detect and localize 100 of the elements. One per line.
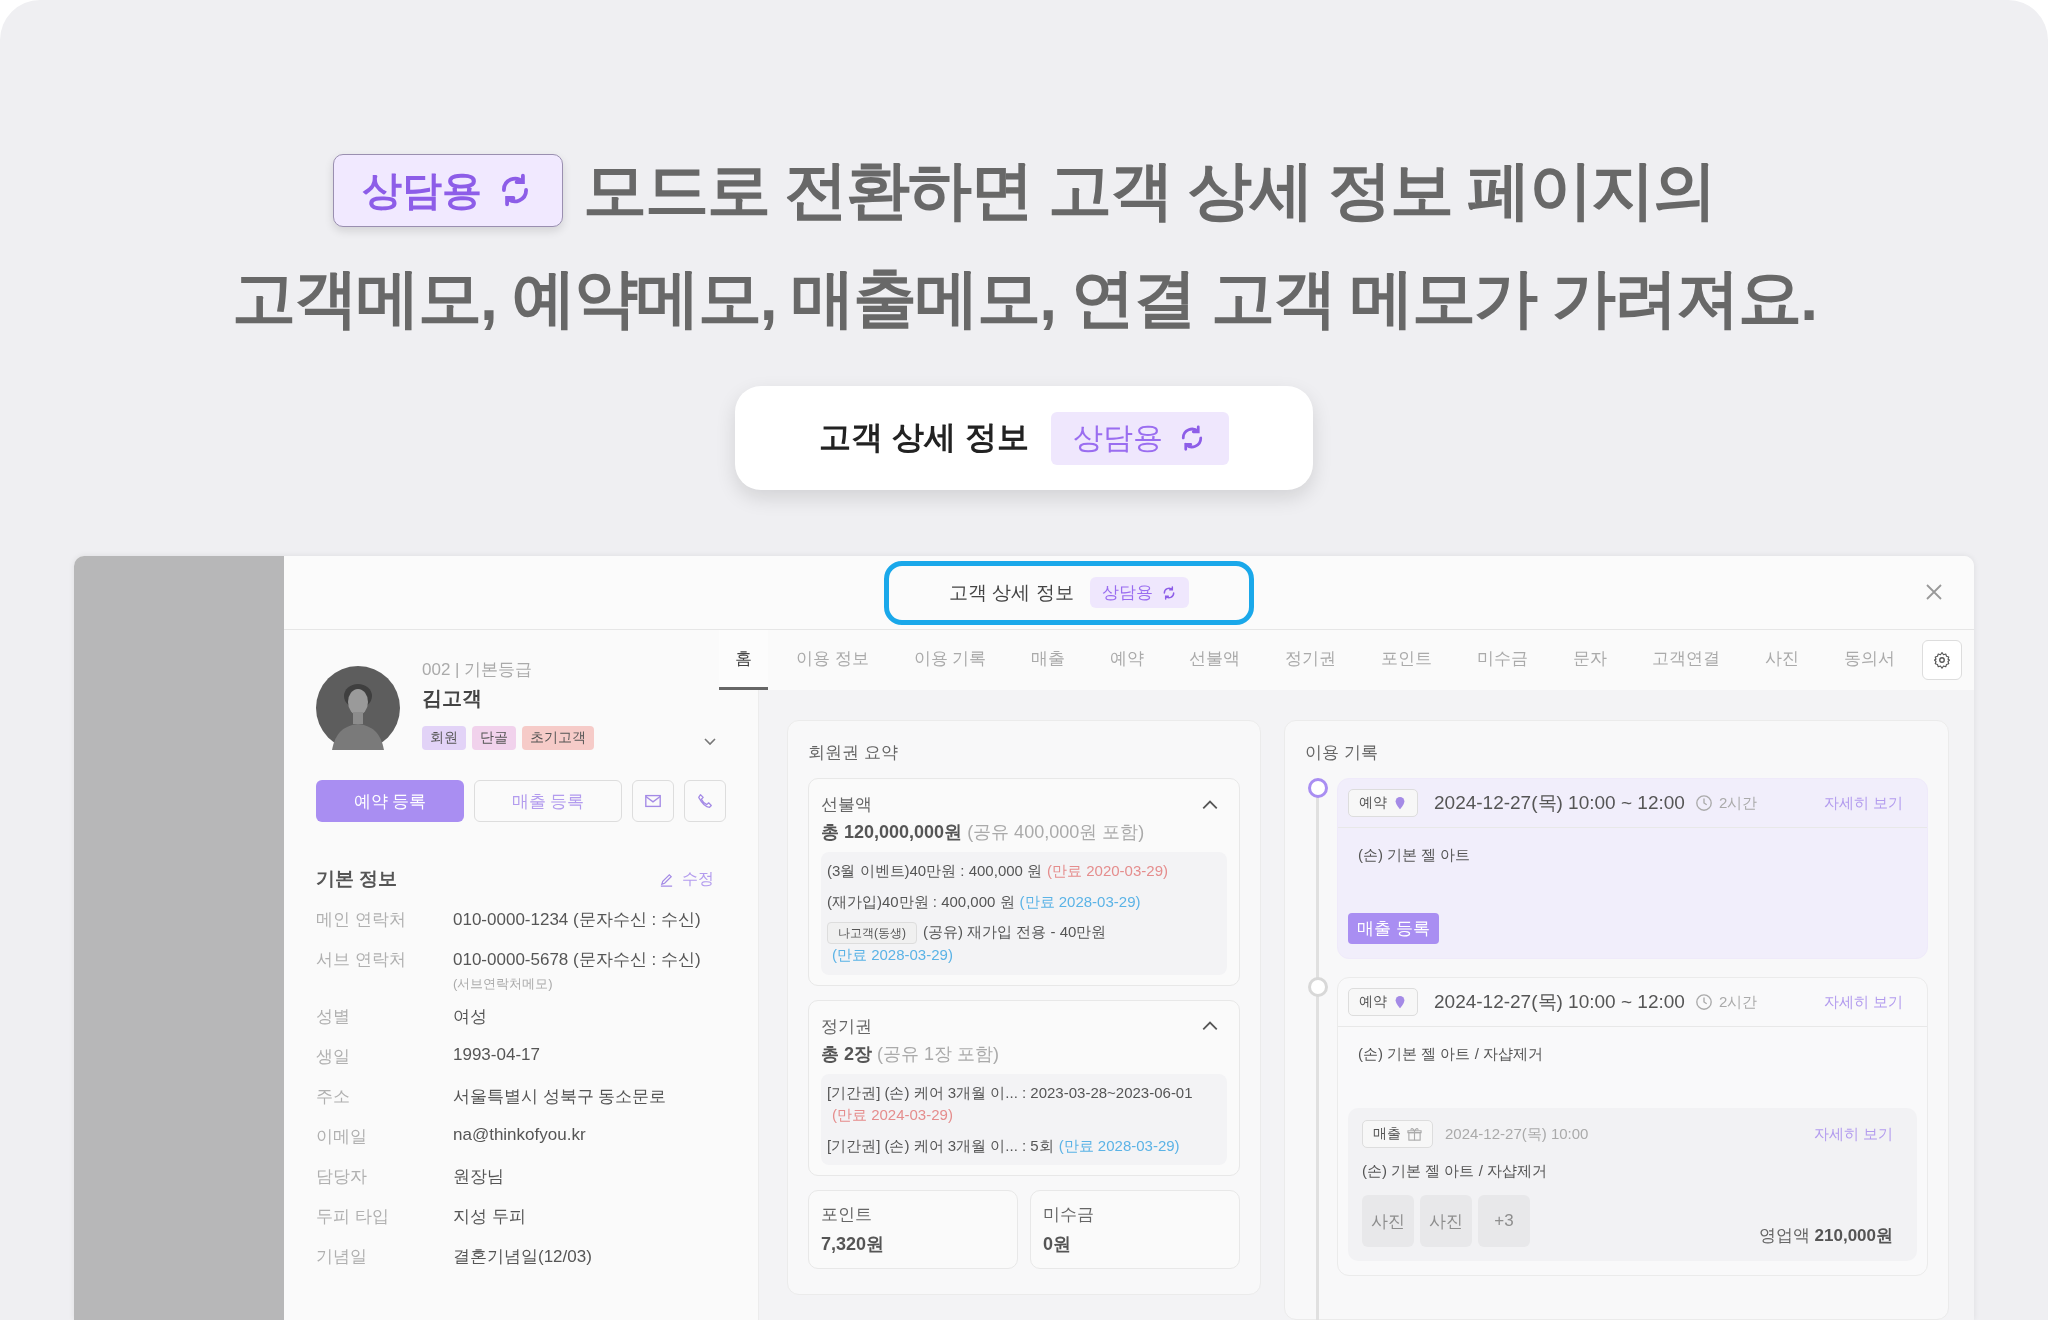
customer-name: 김고객 [422,686,483,711]
tab[interactable]: 사진 [1737,630,1817,690]
field-label: 성별 [316,1006,351,1028]
gift-icon [1407,1126,1422,1142]
field-value: 지성 두피 [453,1206,526,1228]
customer-tag: 단골 [472,726,516,750]
sales-button[interactable]: 매출 등록 [474,780,622,822]
mail-button[interactable] [632,780,674,822]
customer-tag: 회원 [422,726,466,750]
tab[interactable]: 이용 정보 [768,630,886,690]
field-label: 메인 연락처 [316,909,407,931]
stat-label: 포인트 [821,1204,873,1226]
settings-icon [1933,651,1952,669]
item-text: (3월 이벤트)40만원 : 400,000 원 [827,862,1043,879]
tab[interactable]: 매출 [1003,630,1083,690]
tab[interactable]: 예약 [1082,630,1162,690]
tab[interactable]: 동의서 [1816,630,1913,690]
photo-thumbnail[interactable]: 사진 [1362,1195,1414,1247]
section-title: 정기권 [821,1015,872,1038]
field-value: na@thinkofyou.kr [453,1125,586,1145]
pencil-icon [659,871,674,887]
pin-icon [1393,995,1407,1009]
item-text: (공유) 재가입 전용 - 40만원 [923,923,1107,940]
sale-datetime: 2024-12-27(목) 10:00 [1445,1124,1589,1144]
settings-button[interactable] [1922,640,1963,680]
mode-toggle[interactable]: 상담용 [1089,577,1189,608]
section-title: 기본 정보 [316,867,398,891]
tab[interactable]: 고객연결 [1624,630,1738,690]
revenue-text: 영업액 210,000원 [1758,1225,1894,1247]
field-value: 010-0000-1234 (문자수신 : 수신) [453,909,701,931]
record-tag: 매출 [1362,1120,1433,1148]
card-title: 회원권 요약 [808,742,899,764]
field-label: 생일 [316,1046,351,1068]
tab[interactable]: 포인트 [1353,630,1450,690]
item-text: [기간권] (손) 케어 3개월 이... : 2023-03-28~2023-06-01 [827,1083,1193,1101]
stat-label: 미수금 [1043,1204,1095,1226]
field-value: 010-0000-5678 (문자수신 : 수신) [453,949,701,971]
expiry-date: (만료 2024-03-29) [832,1105,953,1125]
phone-icon [696,792,714,810]
headline-text: 모드로 전환하면 고객 상세 정보 페이지의 [582,152,1716,228]
record-datetime: 2024-12-27(목) 10:00 ~ 12:00 [1434,990,1685,1014]
section-title: 선불액 [821,794,872,816]
customer-tag: 초기고객 [522,726,594,750]
item-text: [기간권] (손) 케어 3개월 이... : 5회 [827,1136,1054,1154]
service-name: (손) 기본 젤 아트 [1357,846,1471,865]
mode-toggle[interactable]: 상담용 [1050,411,1229,465]
reservation-button[interactable]: 예약 등록 [316,780,464,822]
tab[interactable]: 미수금 [1449,630,1546,690]
headline-text: 고객메모, 예약메모, 매출메모, 연결 고객 메모가 가려져요. [232,260,1816,336]
field-value: 결혼기념일(12/03) [453,1246,592,1268]
pin-icon [1393,796,1407,810]
mail-icon [644,792,662,810]
field-value: 서울특별시 성북구 동소문로 [453,1086,667,1108]
field-label: 주소 [316,1086,351,1108]
field-label: 이메일 [316,1126,368,1148]
details-link[interactable]: 자세히 보기 [1823,992,1903,1012]
tab[interactable]: 이용 기록 [885,630,1004,690]
owner-chip: 나고객(동생) [827,922,917,944]
item-text: (재가입)40만원 : 400,000 원 [827,892,1015,910]
field-label: 두피 타입 [316,1206,390,1228]
tab[interactable]: 선불액 [1161,630,1258,690]
field-value: 원장님 [453,1166,504,1188]
record-duration: 2시간 [1718,992,1758,1012]
stat-value: 7,320원 [821,1233,886,1256]
tab[interactable]: 문자 [1545,630,1625,690]
service-name: (손) 기본 젤 아트 / 자샵제거 [1357,1045,1543,1064]
field-note: (서브연락처메모) [453,975,554,993]
tab[interactable]: 홈 [719,630,768,690]
sales-button[interactable]: 매출 등록 [1348,913,1439,944]
field-value: 1993-04-17 [453,1045,540,1065]
photo-thumbnail[interactable]: 사진 [1420,1195,1472,1247]
clock-icon [1694,794,1713,812]
phone-button[interactable] [684,780,726,822]
expiry-date: (만료 2028-03-29) [1058,1135,1180,1156]
stat-value: 0원 [1043,1233,1072,1256]
service-name: (손) 기본 젤 아트 / 자샵제거 [1362,1162,1548,1181]
field-value: 여성 [453,1006,487,1028]
photo-thumbnail[interactable]: +3 [1478,1195,1530,1247]
card-title: 이용 기록 [1305,742,1379,764]
record-tag: 예약 [1348,789,1418,817]
customer-grade: 002 | 기본등급 [422,659,534,681]
section-total: 총 120,000,000원 (공유 400,000원 포함) [821,821,1146,844]
expiry-date: (만료 2020-03-29) [1047,861,1168,881]
section-total: 총 2장 (공유 1장 포함) [821,1042,1001,1066]
tab[interactable]: 정기권 [1257,630,1354,690]
mode-badge: 상담용 [332,153,563,227]
edit-link[interactable]: 수정 [659,868,714,890]
record-duration: 2시간 [1718,793,1758,813]
field-label: 기념일 [316,1246,368,1268]
record-tag: 예약 [1348,988,1418,1016]
clock-icon [1694,993,1713,1011]
record-datetime: 2024-12-27(목) 10:00 ~ 12:00 [1434,791,1685,815]
details-link[interactable]: 자세히 보기 [1823,793,1903,813]
expiry-date: (만료 2028-03-29) [1019,891,1141,912]
modal-title: 고객 상세 정보 [949,580,1074,605]
field-label: 담당자 [316,1166,368,1188]
details-link[interactable]: 자세히 보기 [1813,1124,1893,1144]
callout-title: 고객 상세 정보 [819,418,1029,457]
close-icon[interactable] [1924,582,1944,602]
field-label: 서브 연락처 [316,949,407,971]
